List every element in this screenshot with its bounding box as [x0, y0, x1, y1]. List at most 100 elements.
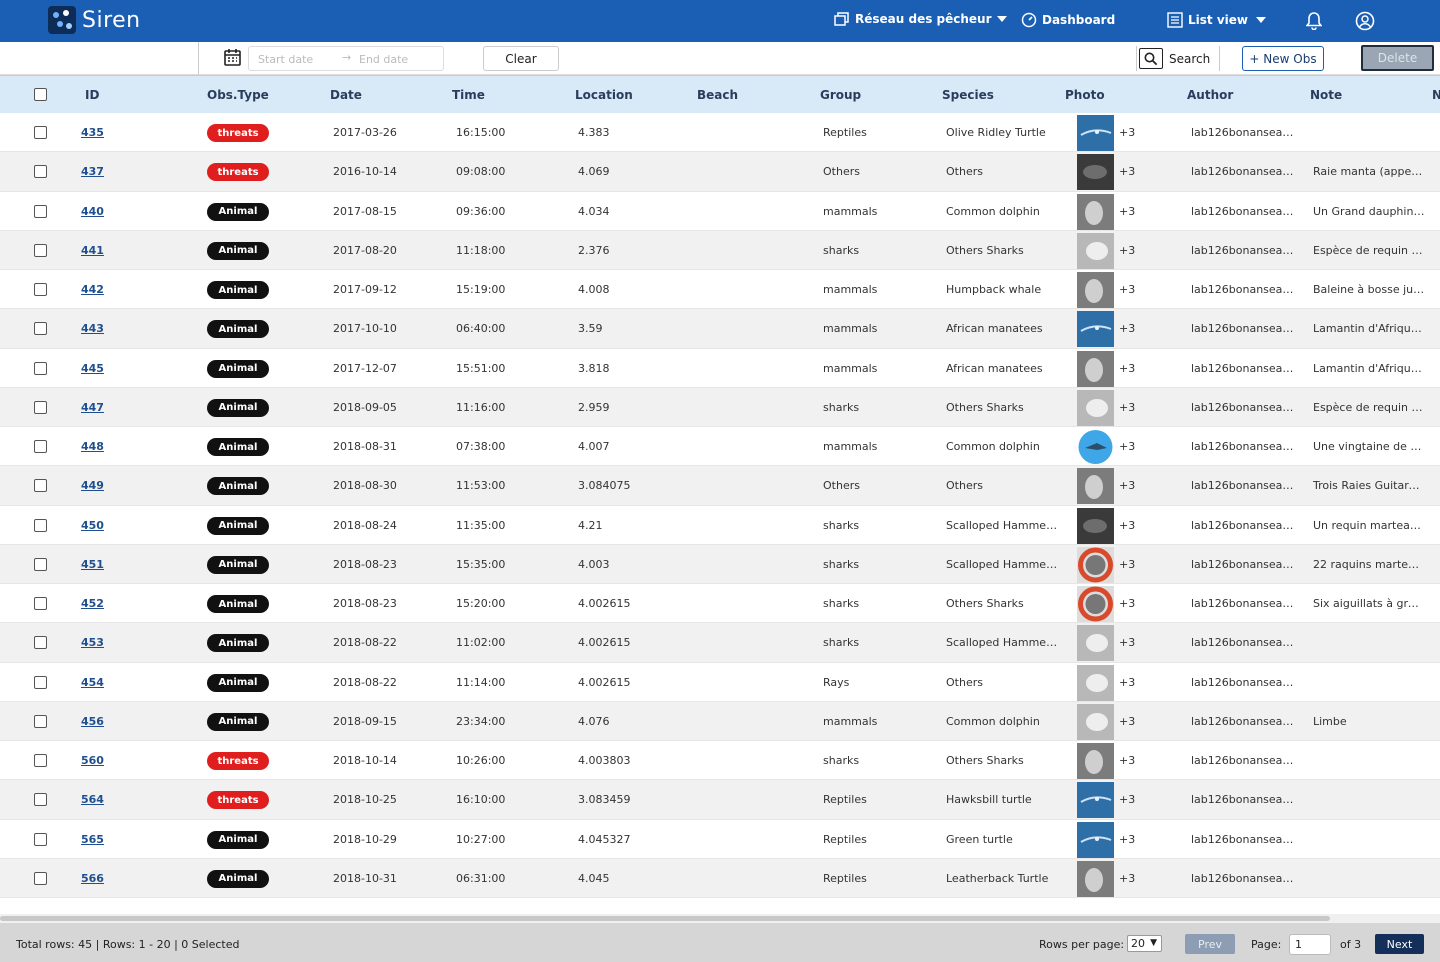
row-checkbox[interactable]	[34, 714, 47, 728]
observation-id-link[interactable]: 454	[81, 676, 141, 689]
row-checkbox[interactable]	[34, 400, 47, 414]
table-row[interactable]: 443 Animal 2017-10-10 06:40:00 3.59 mammals Af…	[0, 309, 1440, 349]
more-photos-count[interactable]: +3	[1119, 401, 1135, 414]
observation-id-link[interactable]: 440	[81, 205, 141, 218]
table-row[interactable]: 560 threats 2018-10-14 10:26:00 4.003803 shar…	[0, 741, 1440, 781]
more-photos-count[interactable]: +3	[1119, 833, 1135, 846]
calendar-icon[interactable]	[224, 48, 241, 66]
observation-id-link[interactable]: 437	[81, 165, 141, 178]
row-checkbox[interactable]	[34, 597, 47, 610]
table-row[interactable]: 441 Animal 2017-08-20 11:18:00 2.376 sharks Ot…	[0, 230, 1440, 270]
row-checkbox[interactable]	[34, 871, 47, 885]
more-photos-count[interactable]: +3	[1119, 558, 1135, 571]
observation-id-link[interactable]: 451	[81, 558, 141, 571]
prev-page-button[interactable]: Prev	[1185, 934, 1235, 954]
observation-id-link[interactable]: 443	[81, 322, 141, 335]
table-row[interactable]: 565 Animal 2018-10-29 10:27:00 4.045327 Repti…	[0, 820, 1440, 859]
column-header-species[interactable]: Species	[942, 88, 994, 102]
scrollbar-thumb[interactable]	[0, 916, 1330, 921]
row-checkbox[interactable]	[34, 204, 47, 218]
table-row[interactable]: 453 Animal 2018-08-22 11:02:00 4.002615 shark…	[0, 623, 1440, 663]
table-row[interactable]: 437 threats 2016-10-14 09:08:00 4.069 Others O…	[0, 152, 1440, 192]
row-checkbox[interactable]	[34, 675, 47, 689]
observation-id-link[interactable]: 445	[81, 362, 141, 375]
column-header-location[interactable]: Location	[575, 88, 633, 102]
observation-photo-thumbnail[interactable]	[1077, 782, 1114, 819]
more-photos-count[interactable]: +3	[1119, 754, 1135, 767]
more-photos-count[interactable]: +3	[1119, 715, 1135, 728]
row-checkbox[interactable]	[34, 440, 47, 453]
column-header-group[interactable]: Group	[820, 88, 861, 102]
more-photos-count[interactable]: +3	[1119, 165, 1135, 178]
end-date-placeholder[interactable]: End date	[359, 53, 408, 66]
more-photos-count[interactable]: +3	[1119, 283, 1135, 296]
table-row[interactable]: 566 Animal 2018-10-31 06:31:00 4.045 Reptiles…	[0, 858, 1440, 898]
more-photos-count[interactable]: +3	[1119, 205, 1135, 218]
observation-photo-thumbnail[interactable]	[1077, 311, 1114, 348]
observation-photo-thumbnail[interactable]	[1077, 350, 1114, 387]
row-checkbox[interactable]	[34, 322, 47, 336]
column-header-beach[interactable]: Beach	[697, 88, 738, 102]
column-header-next[interactable]: N	[1432, 88, 1440, 102]
new-obs-button[interactable]: + New Obs	[1242, 46, 1324, 71]
observation-photo-thumbnail[interactable]	[1077, 625, 1114, 662]
observation-id-link[interactable]: 447	[81, 401, 141, 414]
observation-id-link[interactable]: 564	[81, 793, 141, 806]
table-row[interactable]: 440 Animal 2017-08-15 09:36:00 4.034 mammals C…	[0, 192, 1440, 231]
observation-id-link[interactable]: 566	[81, 872, 141, 885]
observation-photo-thumbnail[interactable]	[1077, 429, 1114, 465]
table-row[interactable]: 435 threats 2017-03-26 16:15:00 4.383 Reptile…	[0, 113, 1440, 153]
row-checkbox[interactable]	[34, 832, 47, 846]
more-photos-count[interactable]: +3	[1119, 440, 1135, 453]
column-header-photo[interactable]: Photo	[1065, 88, 1105, 102]
observation-photo-thumbnail[interactable]	[1077, 193, 1114, 230]
observation-photo-thumbnail[interactable]	[1077, 154, 1114, 191]
horizontal-scrollbar[interactable]	[0, 914, 1440, 923]
table-row[interactable]: 449 Animal 2018-08-30 11:53:00 3.084075 Other…	[0, 466, 1440, 506]
row-checkbox[interactable]	[34, 243, 47, 257]
more-photos-count[interactable]: +3	[1119, 479, 1135, 492]
observation-photo-thumbnail[interactable]	[1077, 546, 1114, 583]
view-menu[interactable]: List view	[1167, 12, 1266, 28]
date-range-input[interactable]: Start date → End date	[248, 46, 444, 71]
more-photos-count[interactable]: +3	[1119, 244, 1135, 257]
next-page-button[interactable]: Next	[1375, 934, 1424, 954]
observation-id-link[interactable]: 441	[81, 244, 141, 257]
observation-photo-thumbnail[interactable]	[1077, 586, 1114, 622]
observation-id-link[interactable]: 560	[81, 754, 141, 767]
observation-photo-thumbnail[interactable]	[1077, 507, 1114, 544]
observation-photo-thumbnail[interactable]	[1077, 821, 1114, 858]
observation-photo-thumbnail[interactable]	[1077, 743, 1114, 779]
observation-id-link[interactable]: 452	[81, 597, 141, 610]
more-photos-count[interactable]: +3	[1119, 126, 1135, 139]
table-row[interactable]: 450 Animal 2018-08-24 11:35:00 4.21 sharks Sca…	[0, 506, 1440, 545]
page-number-input[interactable]: 1	[1289, 934, 1331, 955]
row-checkbox[interactable]	[34, 557, 47, 571]
more-photos-count[interactable]: +3	[1119, 519, 1135, 532]
row-checkbox[interactable]	[34, 636, 47, 650]
observation-photo-thumbnail[interactable]	[1077, 664, 1114, 701]
column-header-id[interactable]: ID	[85, 88, 99, 102]
observation-photo-thumbnail[interactable]	[1077, 703, 1114, 740]
table-row[interactable]: 564 threats 2018-10-25 16:10:00 3.083459 Rept…	[0, 780, 1440, 820]
table-row[interactable]: 451 Animal 2018-08-23 15:35:00 4.003 sharks Sc…	[0, 544, 1440, 584]
observation-id-link[interactable]: 449	[81, 479, 141, 492]
row-checkbox[interactable]	[34, 518, 47, 532]
column-header-time[interactable]: Time	[452, 88, 485, 102]
column-header-obs-type[interactable]: Obs.Type	[207, 88, 269, 102]
more-photos-count[interactable]: +3	[1119, 322, 1135, 335]
user-account-icon[interactable]	[1355, 11, 1375, 31]
table-row[interactable]: 452 Animal 2018-08-23 15:20:00 4.002615 shark…	[0, 584, 1440, 624]
observation-id-link[interactable]: 450	[81, 519, 141, 532]
observation-id-link[interactable]: 456	[81, 715, 141, 728]
row-checkbox[interactable]	[34, 165, 47, 179]
network-menu[interactable]: Réseau des pêcheur	[834, 12, 1007, 26]
more-photos-count[interactable]: +3	[1119, 362, 1135, 375]
observation-id-link[interactable]: 565	[81, 833, 141, 846]
observation-id-link[interactable]: 442	[81, 283, 141, 296]
more-photos-count[interactable]: +3	[1119, 597, 1135, 610]
table-row[interactable]: 442 Animal 2017-09-12 15:19:00 4.008 mammals H…	[0, 270, 1440, 310]
row-checkbox[interactable]	[34, 361, 47, 375]
observation-id-link[interactable]: 448	[81, 440, 141, 453]
observation-photo-thumbnail[interactable]	[1077, 232, 1114, 269]
